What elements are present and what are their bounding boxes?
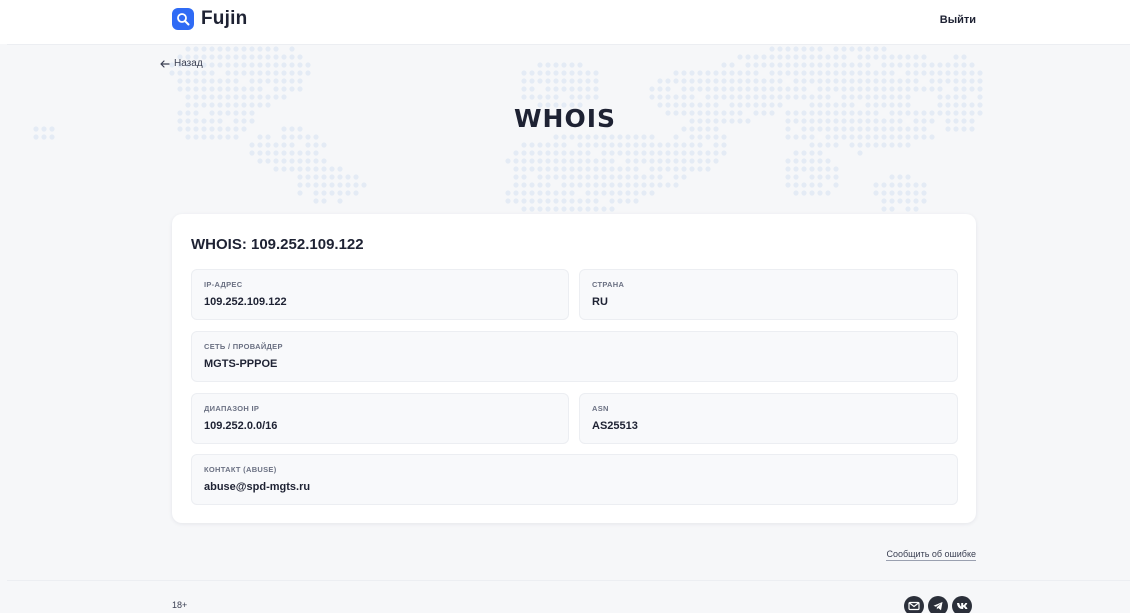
field-ip-range: ДИАПАЗОН IP 109.252.0.0/16	[191, 393, 569, 444]
field-label: IP-АДРЕС	[204, 280, 243, 289]
social-links	[904, 596, 972, 613]
whois-result-card: WHOIS: 109.252.109.122 IP-АДРЕС 109.252.…	[172, 214, 976, 523]
field-value: RU	[592, 296, 608, 308]
report-error-link[interactable]: Сообщить об ошибке	[886, 549, 976, 561]
card-title: WHOIS: 109.252.109.122	[191, 236, 364, 253]
field-value: AS25513	[592, 420, 638, 432]
brand-name: Fujin	[201, 8, 248, 29]
field-label: ASN	[592, 404, 609, 413]
field-network-provider: СЕТЬ / ПРОВАЙДЕР MGTS-PPPOE	[191, 331, 958, 382]
top-bar: Fujin Выйти	[0, 0, 1130, 44]
arrow-left-icon	[160, 59, 170, 68]
brand-logo[interactable]: Fujin	[172, 8, 247, 30]
footer-divider	[7, 580, 1130, 581]
age-rating: 18+	[172, 600, 188, 610]
field-label: ДИАПАЗОН IP	[204, 404, 260, 413]
field-label: СЕТЬ / ПРОВАЙДЕР	[204, 342, 283, 351]
field-asn: ASN AS25513	[579, 393, 958, 444]
mail-icon[interactable]	[904, 596, 924, 613]
field-value: abuse@spd-mgts.ru	[204, 481, 311, 493]
field-label: КОНТАКТ (ABUSE)	[204, 465, 277, 474]
vk-icon[interactable]	[952, 596, 972, 613]
field-country: СТРАНА RU	[579, 269, 958, 320]
field-label: СТРАНА	[592, 280, 625, 289]
field-value: 109.252.0.0/16	[204, 420, 278, 432]
page-title: WHOIS	[513, 104, 617, 133]
telegram-icon[interactable]	[928, 596, 948, 613]
search-icon	[172, 8, 194, 30]
field-value: MGTS-PPPOE	[204, 358, 278, 370]
field-abuse-contact: КОНТАКТ (ABUSE) abuse@spd-mgts.ru	[191, 454, 958, 505]
field-value: 109.252.109.122	[204, 296, 287, 308]
field-ip-address: IP-АДРЕС 109.252.109.122	[191, 269, 569, 320]
logout-link[interactable]: Выйти	[940, 14, 976, 26]
back-link[interactable]: Назад	[160, 58, 203, 69]
back-label: Назад	[174, 58, 203, 69]
